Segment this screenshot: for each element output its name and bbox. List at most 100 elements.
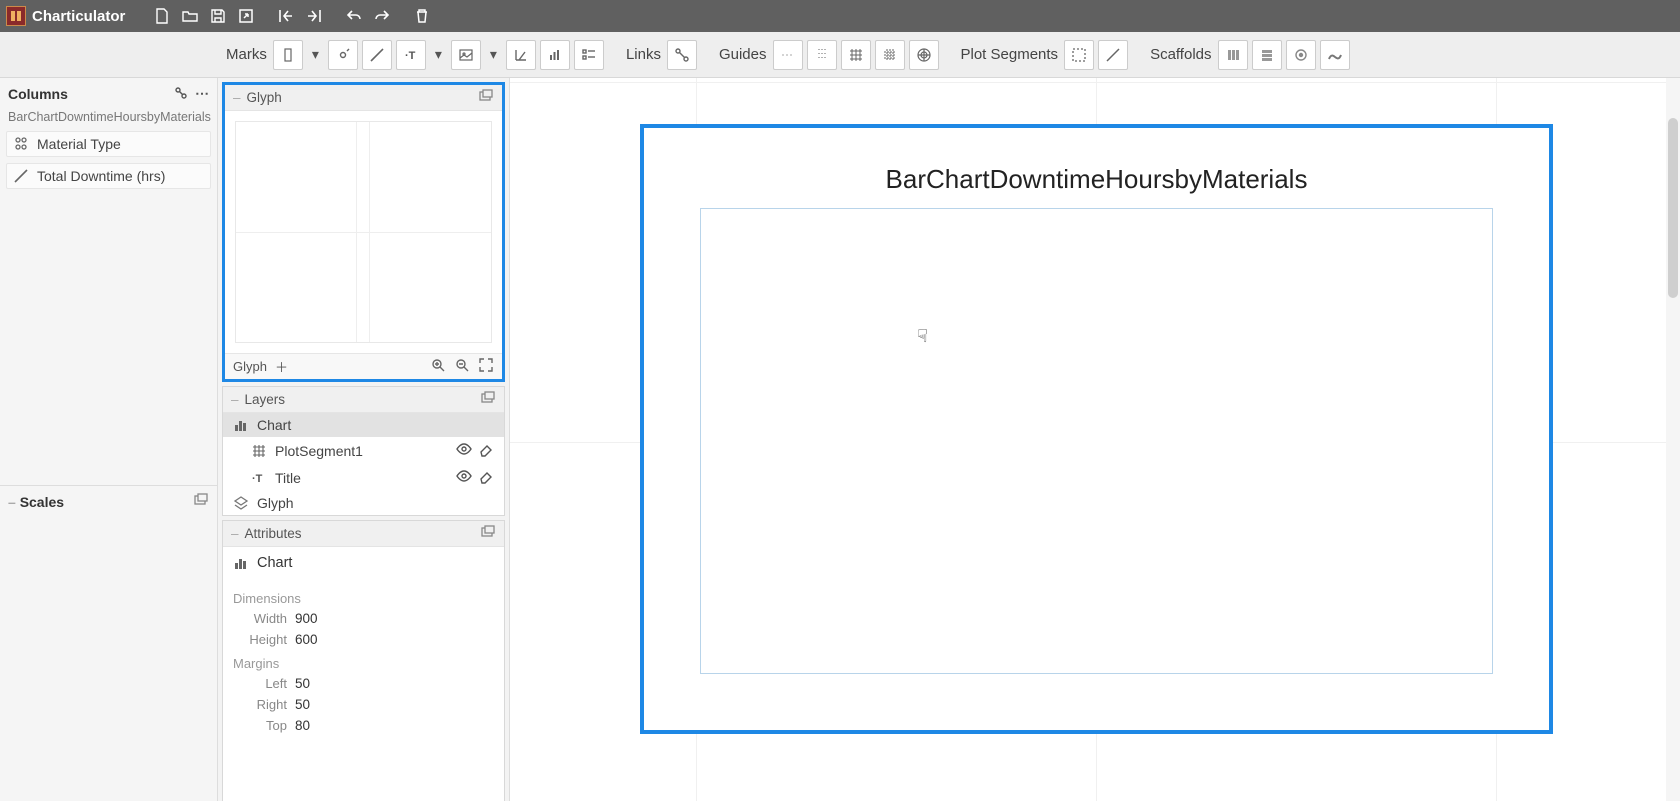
erase-icon[interactable] [478,441,494,460]
glyph-header-label: Glyph [247,90,282,105]
attr-row-height[interactable]: Height600 [233,629,494,650]
scaffolds-label: Scaffolds [1150,46,1211,63]
layer-label: PlotSegment1 [275,443,363,459]
scales-popout-icon[interactable] [193,492,209,511]
scaffolds-group: Scaffolds [1150,40,1365,70]
glyph-panel: – Glyph Glyph ＋ [222,82,505,382]
layers-popout-icon[interactable] [480,390,496,409]
glyph-canvas[interactable] [225,111,502,353]
links-button[interactable] [667,40,697,70]
delete-button[interactable] [409,3,435,29]
guide-h-button[interactable] [773,40,803,70]
chart-title[interactable]: BarChartDowntimeHoursbyMaterials [644,164,1549,195]
mark-line-button[interactable] [362,40,392,70]
undo-button[interactable] [341,3,367,29]
chart-canvas-area[interactable]: BarChartDowntimeHoursbyMaterials ☟ [510,78,1680,801]
glyph-popout-icon[interactable] [478,88,494,107]
mark-nested-button[interactable] [540,40,570,70]
mark-legend-button[interactable] [574,40,604,70]
glyph-panel-header: – Glyph [225,85,502,111]
attributes-object: Chart [223,547,504,579]
collapse-icon[interactable]: – [233,90,241,105]
plotseg-line-button[interactable] [1098,40,1128,70]
layer-row-plotsegment[interactable]: PlotSegment1 [223,437,504,464]
mid-column: – Glyph Glyph ＋ – Layers [218,78,510,801]
mark-text-dropdown[interactable]: ▾ [430,40,447,70]
columns-link-icon[interactable] [173,85,189,104]
mark-rect-dropdown[interactable]: ▾ [307,40,324,70]
zoom-out-icon[interactable] [454,357,470,376]
scales-header-label: Scales [20,494,64,510]
collapse-icon[interactable]: – [231,526,239,541]
app-logo [6,6,26,26]
dimensions-label: Dimensions [233,585,494,608]
mark-symbol-button[interactable] [328,40,358,70]
layers-panel: – Layers Chart PlotSegment1 ·T Title [222,386,505,516]
scaffold-polar-button[interactable] [1286,40,1316,70]
column-item-label: Total Downtime (hrs) [37,168,165,184]
guides-group: Guides [719,40,955,70]
import-template-button[interactable] [273,3,299,29]
collapse-icon[interactable]: – [231,392,239,407]
layer-row-title[interactable]: ·T Title [223,464,504,491]
mark-icon-button[interactable] [451,40,481,70]
mark-dataaxis-button[interactable] [506,40,536,70]
scaffold-curve-button[interactable] [1320,40,1350,70]
columns-more-icon[interactable]: ⋯ [195,85,209,104]
plotsegments-group: Plot Segments [961,40,1145,70]
zoom-in-icon[interactable] [430,357,446,376]
guide-v-button[interactable] [807,40,837,70]
visibility-icon[interactable] [456,441,472,460]
save-button[interactable] [205,3,231,29]
guide-y-button[interactable] [875,40,905,70]
open-file-button[interactable] [177,3,203,29]
attributes-popout-icon[interactable] [480,524,496,543]
mark-rect-button[interactable] [273,40,303,70]
columns-panel: Columns ⋯ BarChartDowntimeHoursbyMateria… [0,78,218,801]
scaffold-v-button[interactable] [1252,40,1282,70]
glyph-add-icon[interactable]: ＋ [275,357,288,376]
links-label: Links [626,46,661,63]
attributes-object-label: Chart [257,555,292,571]
attributes-panel: – Attributes Chart Dimensions Width900 H… [222,520,505,801]
guide-polar-button[interactable] [909,40,939,70]
plotseg-region-button[interactable] [1064,40,1094,70]
chart-frame[interactable]: BarChartDowntimeHoursbyMaterials ☟ [640,124,1553,734]
app-topbar: Charticulator [0,0,1680,32]
new-file-button[interactable] [149,3,175,29]
layer-row-glyph[interactable]: Glyph [223,491,504,515]
attr-row-top[interactable]: Top80 [233,715,494,736]
layer-label: Chart [257,417,291,433]
main-toolbar: Marks ▾ ·T ▾ ▾ Links Guides Plot Segment… [0,32,1680,78]
column-item-total-downtime[interactable]: Total Downtime (hrs) [6,163,211,189]
columns-header: Columns ⋯ [0,78,217,110]
erase-icon[interactable] [478,468,494,487]
layer-label: Glyph [257,495,294,511]
layers-header-label: Layers [245,392,286,407]
zoom-fit-icon[interactable] [478,357,494,376]
layer-row-chart[interactable]: Chart [223,413,504,437]
datasource-name: BarChartDowntimeHoursbyMaterials [0,110,217,128]
attributes-header-label: Attributes [245,526,302,541]
visibility-icon[interactable] [456,468,472,487]
export-template-button[interactable] [301,3,327,29]
attr-row-width[interactable]: Width900 [233,608,494,629]
scaffold-h-button[interactable] [1218,40,1248,70]
redo-button[interactable] [369,3,395,29]
attr-row-right[interactable]: Right50 [233,694,494,715]
mark-icon-dropdown[interactable]: ▾ [485,40,502,70]
layer-label: Title [275,470,301,486]
plot-segment[interactable] [700,208,1493,674]
svg-text:·T: ·T [252,473,263,485]
attributes-panel-header: – Attributes [223,521,504,547]
guide-x-button[interactable] [841,40,871,70]
column-item-material-type[interactable]: Material Type [6,131,211,157]
attr-row-left[interactable]: Left50 [233,673,494,694]
vertical-scrollbar[interactable] [1666,78,1680,801]
column-item-label: Material Type [37,136,121,152]
guides-label: Guides [719,46,767,63]
mark-text-button[interactable]: ·T [396,40,426,70]
margins-label: Margins [233,650,494,673]
app-body: Columns ⋯ BarChartDowntimeHoursbyMateria… [0,78,1680,801]
export-button[interactable] [233,3,259,29]
